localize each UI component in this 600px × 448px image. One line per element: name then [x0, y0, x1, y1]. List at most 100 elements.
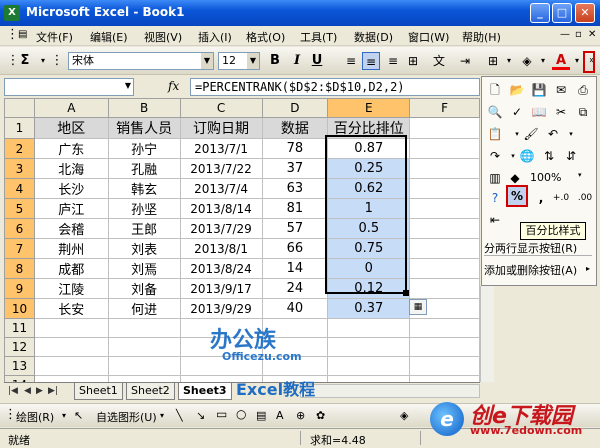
textbox-icon[interactable]: ▤ [256, 409, 266, 422]
cell-a1[interactable]: 地区 [33, 117, 109, 139]
table-cell[interactable]: 40 [261, 298, 329, 319]
wordart-icon[interactable]: A [276, 409, 284, 422]
select-all-corner[interactable] [4, 98, 35, 118]
table-cell[interactable]: 0 [327, 258, 411, 279]
row-header[interactable]: 1 [4, 117, 35, 139]
increase-decimal-button[interactable]: +.0 [550, 189, 572, 207]
menu-edit[interactable]: 编辑(E) [90, 29, 128, 45]
table-cell[interactable]: 庐江 [33, 198, 109, 219]
table-cell[interactable]: 北海 [33, 158, 109, 179]
sort-descending-icon[interactable]: ⇵ [562, 147, 580, 165]
chart-wizard-icon[interactable]: ▥ [486, 169, 504, 187]
line-icon[interactable]: ╲ [176, 409, 183, 422]
redo-icon[interactable]: ↷ [486, 147, 504, 165]
save-icon[interactable]: 💾 [530, 81, 548, 99]
chevron-down-icon[interactable]: ▾ [160, 411, 164, 420]
table-cell[interactable]: 何进 [107, 298, 181, 319]
menu-insert[interactable]: 插入(I) [198, 29, 232, 45]
merge-center-icon[interactable]: ⊞ [404, 52, 422, 70]
zoom-level[interactable]: 100% [530, 171, 561, 184]
column-header-e[interactable]: E [327, 98, 411, 118]
print-preview-icon[interactable]: 🔍 [486, 103, 504, 121]
tab-sheet2[interactable]: Sheet2 [126, 383, 175, 400]
table-cell[interactable]: 江陵 [33, 278, 109, 299]
table-cell[interactable] [409, 278, 480, 299]
maximize-button[interactable]: □ [552, 3, 572, 23]
row-header[interactable]: 8 [4, 258, 35, 279]
table-cell[interactable]: 孔融 [107, 158, 181, 179]
table-cell[interactable]: 0.5 [327, 218, 411, 239]
print-icon[interactable]: ⎙ [574, 81, 592, 99]
table-cell[interactable] [409, 178, 480, 199]
menu-file[interactable]: 文件(F) [36, 29, 73, 45]
decrease-indent-icon[interactable]: ⇤ [486, 211, 504, 229]
menu-tools[interactable]: 工具(T) [300, 29, 337, 45]
table-cell[interactable] [327, 318, 411, 338]
align-center-icon[interactable]: ≡ [362, 52, 380, 70]
align-left-icon[interactable]: ≡ [342, 52, 360, 70]
table-cell[interactable]: 2013/8/24 [179, 258, 263, 279]
undo-icon[interactable]: ↶ [544, 125, 562, 143]
fill-handle[interactable] [403, 290, 409, 296]
chevron-right-icon[interactable]: ▸ [586, 264, 590, 273]
research-icon[interactable]: 📖 [530, 103, 548, 121]
table-cell[interactable]: 王郎 [107, 218, 181, 239]
bold-button[interactable]: B [266, 52, 284, 70]
autoshapes-button[interactable]: 自选图形(U) [96, 409, 157, 425]
table-cell[interactable]: 会稽 [33, 218, 109, 239]
table-cell[interactable]: 2013/7/22 [179, 158, 263, 179]
table-cell[interactable]: 81 [261, 198, 329, 219]
show-two-rows-item[interactable]: 分两行显示按钮(R) [484, 240, 594, 254]
clipart-icon[interactable]: ✿ [316, 409, 325, 422]
table-cell[interactable]: 2013/8/14 [179, 198, 263, 219]
row-header[interactable]: 13 [4, 356, 35, 376]
doc-minimize-icon[interactable]: — [560, 29, 570, 40]
column-header-d[interactable]: D [261, 98, 329, 118]
table-cell[interactable] [33, 318, 109, 338]
table-cell[interactable] [409, 318, 480, 338]
format-painter-icon[interactable]: 🖌 [522, 125, 540, 143]
table-cell[interactable] [409, 138, 480, 159]
next-sheet-icon[interactable]: ▶ [36, 386, 43, 396]
table-cell[interactable] [409, 158, 480, 179]
percent-style-button[interactable]: % [506, 185, 528, 207]
chevron-down-icon[interactable]: ▾ [500, 52, 518, 70]
draw-menu-button[interactable]: 绘图(R) [16, 409, 54, 425]
table-cell[interactable]: 78 [261, 138, 329, 159]
cell-d1[interactable]: 数据 [261, 117, 329, 139]
oval-icon[interactable]: ○ [236, 407, 246, 421]
table-cell[interactable]: 刘焉 [107, 258, 181, 279]
cell-c1[interactable]: 订购日期 [179, 117, 263, 139]
table-cell[interactable] [409, 356, 480, 376]
table-cell[interactable] [409, 258, 480, 279]
font-name-select[interactable]: 宋体 ▼ [68, 52, 214, 70]
table-cell[interactable]: 2013/7/29 [179, 218, 263, 239]
table-cell[interactable] [409, 218, 480, 239]
sort-ascending-icon[interactable]: ⇅ [540, 147, 558, 165]
arrow-icon[interactable]: ↘ [196, 409, 205, 422]
table-cell[interactable]: 0.12 [327, 278, 411, 299]
minimize-button[interactable]: _ [530, 3, 550, 23]
paste-icon[interactable]: 📋 [486, 125, 504, 143]
column-header-f[interactable]: F [409, 98, 480, 118]
chevron-down-icon[interactable]: ▾ [578, 171, 582, 179]
doc-close-icon[interactable]: ✕ [588, 29, 596, 40]
decrease-decimal-button[interactable]: .00 [574, 189, 596, 207]
paste-options-icon[interactable]: ▦ [409, 299, 427, 315]
vertical-scrollbar[interactable] [480, 286, 494, 382]
column-header-c[interactable]: C [179, 98, 263, 118]
doc-restore-icon[interactable]: ▫ [575, 29, 582, 40]
table-cell[interactable]: 荆州 [33, 238, 109, 259]
table-cell[interactable]: 66 [261, 238, 329, 259]
table-cell[interactable] [409, 337, 480, 357]
table-cell[interactable]: 63 [261, 178, 329, 199]
indent-icon[interactable]: ⇥ [456, 52, 474, 70]
table-cell[interactable]: 孙坚 [107, 198, 181, 219]
close-button[interactable]: ✕ [575, 3, 595, 23]
row-header[interactable]: 11 [4, 318, 35, 338]
chevron-down-icon[interactable]: ▼ [201, 53, 213, 69]
table-cell[interactable] [327, 356, 411, 376]
hyperlink-icon[interactable]: 🌐 [518, 147, 536, 165]
font-size-select[interactable]: 12 ▼ [218, 52, 260, 70]
table-cell[interactable] [107, 337, 181, 357]
